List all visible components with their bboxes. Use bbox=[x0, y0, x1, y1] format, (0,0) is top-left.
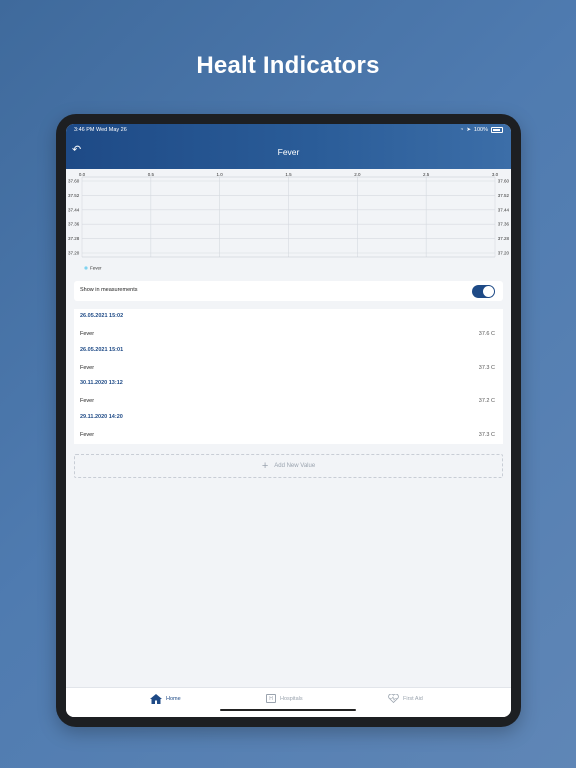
legend-marker bbox=[84, 266, 88, 270]
page-title: Fever bbox=[277, 147, 300, 157]
y-tick-label-left: 37.28 bbox=[68, 236, 80, 241]
x-tick-label: 0.0 bbox=[79, 172, 86, 177]
page-headline: Healt Indicators bbox=[196, 52, 380, 79]
line-chart: 0.0 0.5 1.0 1.5 2.0 2.5 3.0 37.60 37.60 37.52 37.5… bbox=[68, 172, 510, 271]
tab-first-aid[interactable]: First Aid bbox=[388, 694, 423, 703]
tab-first-aid-label: First Aid bbox=[403, 695, 423, 702]
app-screen: 3:46 PM Wed May 26 ◔ ➤ 100% ↶ Fever 0.0 0… bbox=[66, 124, 511, 717]
entry-date: 26.05.2021 15:02 bbox=[80, 313, 124, 319]
entry-value: 37.2 C bbox=[478, 398, 495, 404]
wifi-icon: ◔ bbox=[459, 127, 464, 133]
location-icon: ➤ bbox=[466, 127, 471, 133]
y-tick-label-right: 37.20 bbox=[498, 251, 510, 256]
entry-value: 37.3 C bbox=[478, 432, 495, 438]
measurement-list: 26.05.2021 15:02 Fever 37.6 C 26.05.2021… bbox=[74, 309, 503, 444]
battery-icon bbox=[491, 127, 503, 133]
y-tick-label-right: 37.44 bbox=[498, 207, 510, 212]
x-tick-label: 1.0 bbox=[217, 172, 224, 177]
y-tick-label-right: 37.28 bbox=[498, 236, 510, 241]
status-indicators: ◔ ➤ 100% bbox=[460, 127, 503, 133]
x-tick-label: 1.5 bbox=[285, 172, 292, 177]
hospital-icon: H bbox=[266, 694, 276, 703]
tab-home-label: Home bbox=[166, 696, 181, 702]
home-icon bbox=[150, 694, 162, 704]
entry-name: Fever bbox=[80, 365, 95, 371]
tab-hospitals[interactable]: H Hospitals bbox=[266, 694, 303, 703]
y-tick-label-left: 37.60 bbox=[68, 179, 80, 184]
tab-bar: Home H Hospitals First Aid bbox=[66, 687, 511, 717]
entry-name: Fever bbox=[80, 432, 95, 438]
add-new-value-label: Add New Value bbox=[274, 463, 316, 469]
x-tick-label: 2.0 bbox=[354, 172, 361, 177]
toggle-knob bbox=[483, 286, 494, 297]
entry-value: 37.6 C bbox=[478, 331, 495, 337]
toggle-label: Show in measurements bbox=[80, 287, 138, 293]
battery-percent: 100% bbox=[473, 127, 488, 133]
show-in-measurements-row: Show in measurements bbox=[74, 281, 503, 301]
entry-date: 26.05.2021 15:01 bbox=[80, 347, 124, 353]
tablet-frame: 3:46 PM Wed May 26 ◔ ➤ 100% ↶ Fever 0.0 0… bbox=[56, 114, 521, 727]
show-in-measurements-toggle[interactable] bbox=[472, 285, 495, 298]
home-indicator bbox=[220, 709, 356, 711]
list-item[interactable]: 26.05.2021 15:02 Fever 37.6 C bbox=[74, 309, 503, 343]
y-tick-label-right: 37.60 bbox=[498, 179, 510, 184]
y-tick-label-left: 37.52 bbox=[68, 193, 80, 198]
x-tick-label: 2.5 bbox=[423, 172, 430, 177]
x-tick-label: 3.0 bbox=[492, 172, 499, 177]
y-tick-label-right: 37.36 bbox=[498, 222, 510, 227]
x-tick-label: 0.5 bbox=[148, 172, 155, 177]
list-item[interactable]: 30.11.2020 13:12 Fever 37.2 C bbox=[74, 376, 503, 410]
plus-icon: + bbox=[261, 460, 269, 472]
status-time: 3:46 PM Wed May 26 bbox=[74, 127, 127, 133]
y-tick-label-left: 37.44 bbox=[68, 207, 80, 212]
list-item[interactable]: 29.11.2020 14:20 Fever 37.3 C bbox=[74, 410, 503, 444]
entry-date: 30.11.2020 13:12 bbox=[80, 380, 123, 386]
y-tick-label-right: 37.52 bbox=[498, 193, 510, 198]
list-item[interactable]: 26.05.2021 15:01 Fever 37.3 C bbox=[74, 343, 503, 377]
entry-date: 29.11.2020 14:20 bbox=[80, 414, 123, 420]
y-tick-label-left: 37.20 bbox=[68, 251, 80, 256]
tab-home[interactable]: Home bbox=[150, 694, 181, 704]
chart-container: 0.0 0.5 1.0 1.5 2.0 2.5 3.0 37.60 37.60 37.52 37.5… bbox=[66, 169, 511, 277]
entry-value: 37.3 C bbox=[478, 365, 495, 371]
add-new-value-button[interactable]: + Add New Value bbox=[74, 454, 503, 478]
y-tick-label-left: 37.36 bbox=[68, 222, 80, 227]
app-header: 3:46 PM Wed May 26 ◔ ➤ 100% ↶ Fever bbox=[66, 124, 511, 169]
first-aid-icon bbox=[388, 694, 399, 703]
entry-name: Fever bbox=[80, 398, 95, 404]
entry-name: Fever bbox=[80, 331, 95, 337]
tab-hospitals-label: Hospitals bbox=[280, 695, 303, 702]
legend-label: Fever bbox=[90, 266, 102, 271]
